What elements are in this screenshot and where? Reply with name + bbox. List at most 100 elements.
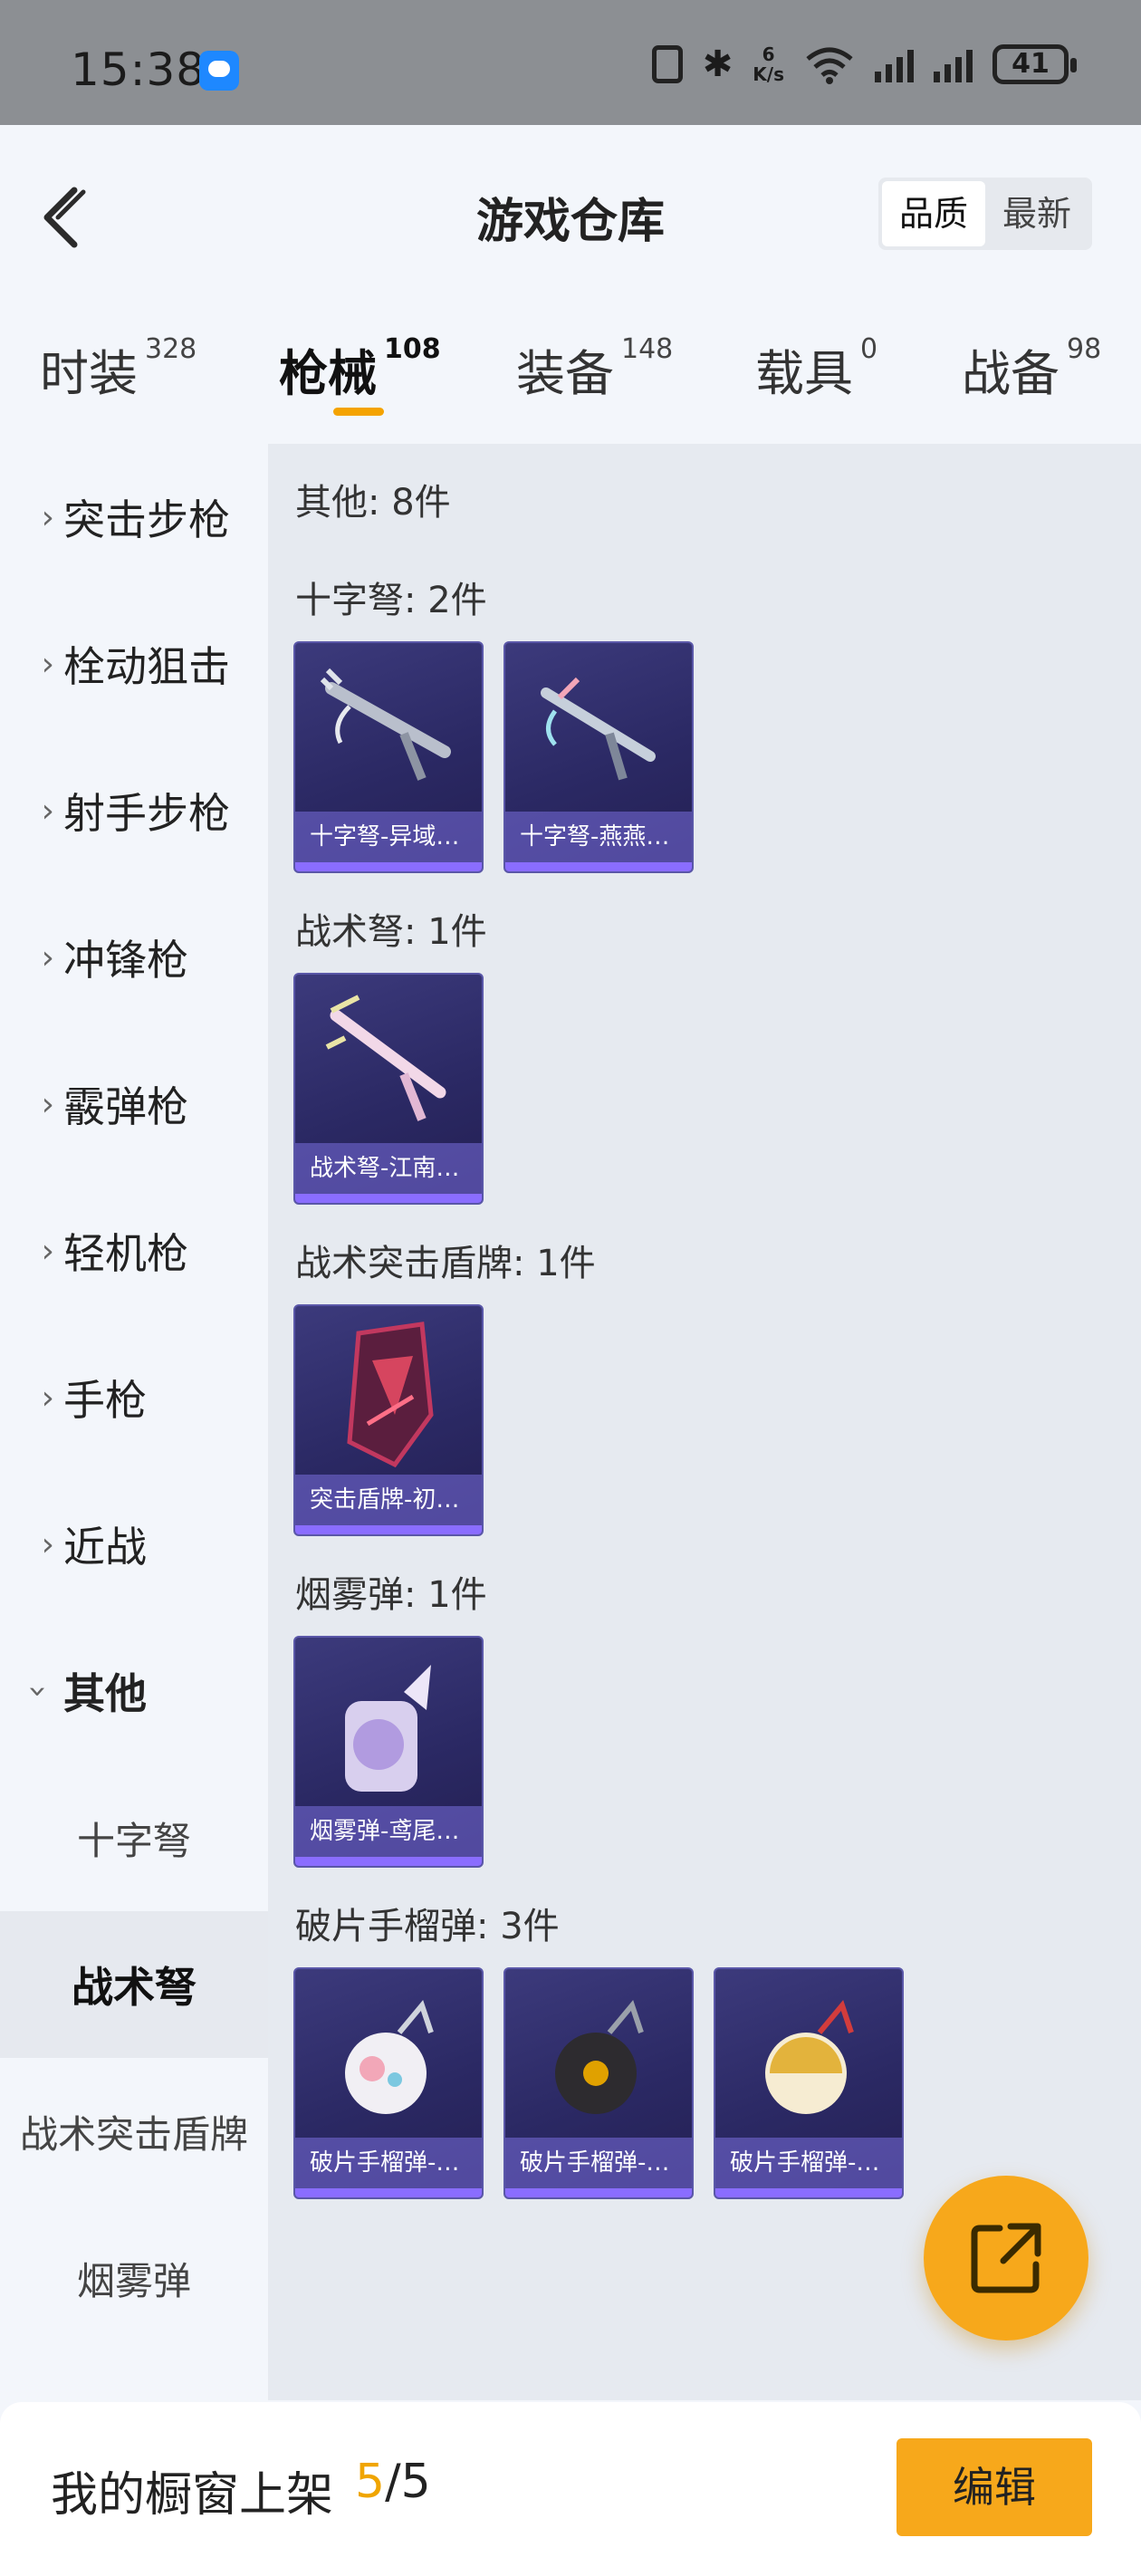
group-title: 烟雾弹: 1件 [295, 1574, 487, 1616]
nfc-icon [651, 45, 683, 83]
item-caption: 十字弩-异域… [295, 812, 482, 862]
item-caption: 烟雾弹-鸢尾… [295, 1806, 482, 1857]
tab-vehicles[interactable]: 载具 0 [755, 333, 877, 405]
tactical-crossbow-art [325, 995, 446, 1121]
tab-label: 枪械 [279, 345, 377, 402]
crossbow-art [541, 677, 656, 781]
showcase-current: 5 [355, 2455, 386, 2509]
chevron-right-icon: › [41, 1085, 54, 1123]
sidebar-item-label: 其他 [63, 1669, 147, 1718]
chevron-right-icon: › [41, 498, 54, 536]
tab-count: 108 [384, 333, 441, 365]
sidebar-item-marksman-rifle[interactable]: › 射手步枪 [0, 737, 268, 884]
frag-grenade-art [765, 1999, 854, 2114]
showcase-total: 5 [400, 2455, 431, 2509]
sort-option-quality[interactable]: 品质 [882, 181, 985, 246]
tab-label: 装备 [516, 345, 614, 402]
signal-icon-1 [875, 46, 914, 82]
sidebar-item-bolt-sniper[interactable]: › 栓动狙击 [0, 591, 268, 737]
rarity-bar [295, 1525, 482, 1534]
edit-button[interactable]: 编辑 [896, 2438, 1092, 2536]
sidebar-item-lmg[interactable]: › 轻机枪 [0, 1177, 268, 1324]
item-card[interactable]: 十字弩-异域… [293, 641, 484, 873]
signal-icon-2 [934, 46, 973, 82]
network-speed: 6 K/s [753, 44, 784, 84]
rarity-bar [295, 1194, 482, 1203]
chevron-right-icon: › [41, 1379, 54, 1417]
wifi-icon [806, 47, 853, 84]
tab-label: 战备 [962, 345, 1060, 402]
tab-count: 98 [1067, 333, 1102, 365]
sidebar-item-other[interactable]: › 其他 [0, 1618, 268, 1764]
sort-option-newest[interactable]: 最新 [985, 181, 1088, 246]
sidebar-item-label: 栓动狙击 [63, 642, 230, 691]
sidebar-item-melee[interactable]: › 近战 [0, 1471, 268, 1618]
item-card[interactable]: 突击盾牌-初… [293, 1304, 484, 1536]
content-panel: 其他: 8件 十字弩: 2件 十字弩-异域… 十字弩-燕燕… 战术弩: 1件 战… [268, 444, 1141, 2400]
crossbow-art [320, 668, 451, 781]
status-time: 15:38 [71, 43, 206, 96]
tab-count: 148 [621, 333, 674, 365]
item-caption: 破片手榴弹-… [505, 2138, 692, 2188]
tab-label: 载具 [755, 345, 853, 402]
sidebar-item-label: 射手步枪 [63, 789, 230, 838]
item-caption: 战术弩-江南… [295, 1143, 482, 1194]
sidebar-sub-tactical-crossbow[interactable]: 战术弩 [0, 1911, 268, 2058]
sidebar-item-pistol[interactable]: › 手枪 [0, 1324, 268, 1471]
chevron-right-icon: › [41, 938, 54, 976]
sidebar-item-shotgun[interactable]: › 霰弹枪 [0, 1031, 268, 1177]
showcase-count: 5/5 [355, 2455, 431, 2509]
tab-war-supplies[interactable]: 战备 98 [962, 333, 1101, 405]
status-icons: ✱ 6 K/s 41 [651, 43, 1077, 85]
shield-art [347, 1322, 434, 1468]
share-external-icon [971, 2223, 1041, 2293]
tab-firearms[interactable]: 枪械 108 [279, 333, 441, 405]
rarity-bar [505, 2188, 692, 2197]
share-button[interactable] [924, 2176, 1088, 2341]
sidebar-item-label: 冲锋枪 [63, 936, 188, 985]
chevron-right-icon: › [41, 792, 54, 830]
rarity-bar [505, 862, 692, 871]
rarity-bar [295, 862, 482, 871]
item-card[interactable]: 破片手榴弹-… [293, 1967, 484, 2199]
sidebar-sub-crossbow[interactable]: 十字弩 [0, 1764, 268, 1911]
sidebar-sub-smoke-grenade[interactable]: 烟雾弹 [0, 2205, 268, 2351]
item-card[interactable]: 烟雾弹-鸢尾… [293, 1636, 484, 1868]
app-notification-icon [199, 51, 239, 91]
content-summary: 其他: 8件 [295, 482, 451, 524]
item-card[interactable]: 十字弩-燕燕… [503, 641, 694, 873]
rarity-bar [295, 1857, 482, 1866]
bluetooth-icon: ✱ [702, 43, 734, 85]
bottom-bar: 我的橱窗上架 5/5 编辑 [0, 2402, 1141, 2576]
item-card[interactable]: 战术弩-江南… [293, 973, 484, 1205]
group-title: 战术突击盾牌: 1件 [295, 1243, 596, 1284]
tab-count: 0 [860, 333, 878, 365]
item-caption: 十字弩-燕燕… [505, 812, 692, 862]
sidebar-sub-tactical-shield[interactable]: 战术突击盾牌 [0, 2058, 268, 2205]
sidebar: › 突击步枪 › 栓动狙击 › 射手步枪 › 冲锋枪 › 霰弹枪 › 轻机枪 ›… [0, 444, 268, 2400]
header: 游戏仓库 品质 最新 [0, 125, 1141, 297]
active-tab-indicator [333, 408, 384, 416]
battery-icon: 41 [992, 44, 1077, 84]
item-card[interactable]: 破片手榴弹-… [503, 1967, 694, 2199]
network-speed-value: 6 [762, 43, 775, 65]
chevron-down-icon: › [19, 1684, 57, 1698]
sidebar-item-assault-rifle[interactable]: › 突击步枪 [0, 444, 268, 591]
sidebar-item-smg[interactable]: › 冲锋枪 [0, 884, 268, 1031]
status-bar: 15:38 ✱ 6 K/s 41 [0, 0, 1141, 125]
tab-equipment[interactable]: 装备 148 [516, 333, 673, 405]
tab-fashion[interactable]: 时装 328 [40, 333, 197, 405]
showcase-separator: / [385, 2455, 401, 2509]
item-card[interactable]: 破片手榴弹-… [714, 1967, 904, 2199]
chevron-right-icon: › [41, 1232, 54, 1270]
group-title: 破片手榴弹: 3件 [295, 1906, 560, 1947]
sort-toggle: 品质 最新 [878, 178, 1092, 250]
sidebar-item-label: 近战 [63, 1523, 147, 1572]
frag-grenade-art [555, 1999, 644, 2114]
category-tabs: 时装 328 枪械 108 装备 148 载具 0 战备 98 [0, 297, 1141, 442]
showcase-label: 我的橱窗上架 [51, 2468, 334, 2523]
tab-count: 328 [145, 333, 197, 365]
item-caption: 破片手榴弹-… [715, 2138, 902, 2188]
sidebar-item-label: 轻机枪 [63, 1229, 188, 1278]
chevron-right-icon: › [41, 645, 54, 683]
